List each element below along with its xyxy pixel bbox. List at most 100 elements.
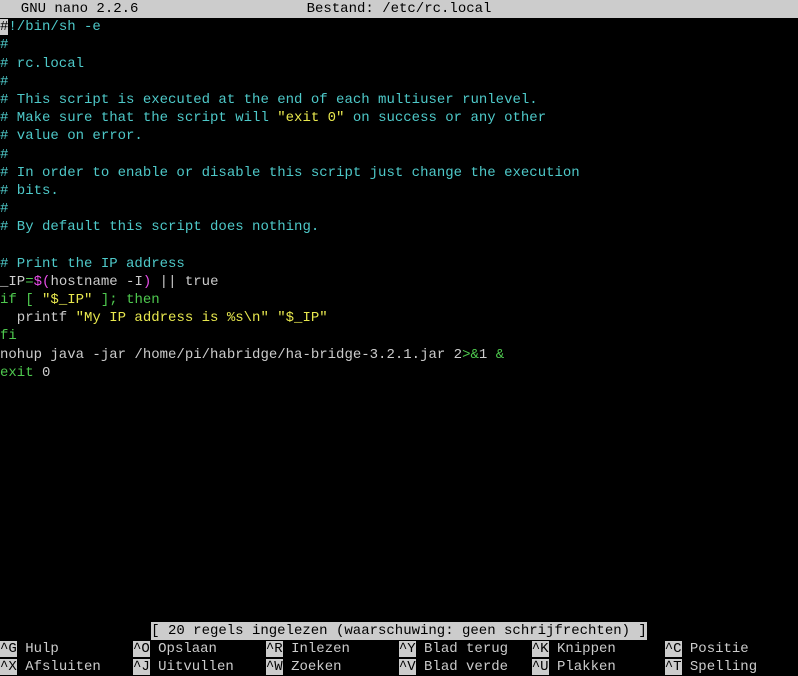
editor-line[interactable] [0, 236, 798, 254]
code-segment: _IP [0, 274, 25, 290]
code-segment [17, 292, 25, 308]
code-segment: hostname -I [50, 274, 142, 290]
editor-line[interactable]: # [0, 146, 798, 164]
code-segment: "My IP address is %s\n" "$_IP" [76, 310, 328, 326]
shortcut-desc: Zoeken [283, 659, 342, 675]
shortcut-item[interactable]: ^R Inlezen [266, 640, 399, 658]
shortcut-item[interactable]: ^W Zoeken [266, 658, 399, 676]
code-segment: fi [0, 328, 17, 344]
editor-line[interactable]: # [0, 200, 798, 218]
code-segment: ]; [101, 292, 118, 308]
code-segment: "$_IP" [42, 292, 92, 308]
code-segment: # [0, 147, 8, 163]
code-segment: on success or any other [344, 110, 546, 126]
editor-line[interactable]: # Make sure that the script will "exit 0… [0, 109, 798, 127]
shortcut-key: ^W [266, 659, 283, 675]
shortcut-item[interactable]: ^U Plakken [532, 658, 665, 676]
code-segment [34, 292, 42, 308]
code-segment: = [25, 274, 33, 290]
code-segment: then [126, 292, 160, 308]
shortcut-key: ^C [665, 641, 682, 657]
shortcut-key: ^K [532, 641, 549, 657]
shortcut-item[interactable]: ^K Knippen [532, 640, 665, 658]
code-segment: $( [34, 274, 51, 290]
shortcut-desc: Afsluiten [17, 659, 101, 675]
code-segment: nohup java -jar /home/pi/habridge/ha-bri… [0, 347, 462, 363]
shortcut-desc: Hulp [17, 641, 59, 657]
editor-line[interactable]: # bits. [0, 182, 798, 200]
shortcut-key: ^U [532, 659, 549, 675]
shortcut-desc: Plakken [549, 659, 616, 675]
code-segment: ) [143, 274, 151, 290]
shortcut-item[interactable]: ^G Hulp [0, 640, 133, 658]
code-segment [92, 292, 100, 308]
code-segment: || true [151, 274, 218, 290]
shortcut-item[interactable]: ^J Uitvullen [133, 658, 266, 676]
shortcut-key: ^X [0, 659, 17, 675]
code-segment: [ [25, 292, 33, 308]
code-segment: & [496, 347, 504, 363]
code-segment: # Print the IP address [0, 256, 185, 272]
shortcut-desc: Inlezen [283, 641, 350, 657]
code-segment: # value on error. [0, 128, 143, 144]
editor-line[interactable]: _IP=$(hostname -I) || true [0, 273, 798, 291]
status-message: [ 20 regels ingelezen (waarschuwing: gee… [151, 622, 647, 640]
code-segment: printf [0, 310, 76, 326]
status-bar: [ 20 regels ingelezen (waarschuwing: gee… [0, 622, 798, 640]
shortcut-key: ^V [399, 659, 416, 675]
code-segment: # [0, 37, 8, 53]
shortcut-key: ^T [665, 659, 682, 675]
shortcut-key: ^R [266, 641, 283, 657]
editor-line[interactable]: # rc.local [0, 55, 798, 73]
code-segment: # rc.local [0, 56, 84, 72]
shortcut-desc: Positie [682, 641, 749, 657]
code-segment: 1 [479, 347, 496, 363]
editor-line[interactable]: #!/bin/sh -e [0, 18, 798, 36]
code-segment: !/bin/sh -e [8, 19, 100, 35]
shortcut-desc: Opslaan [150, 641, 217, 657]
code-segment: # bits. [0, 183, 59, 199]
file-label: Bestand: /etc/rc.local [138, 0, 659, 18]
titlebar: GNU nano 2.2.6 Bestand: /etc/rc.local GN… [0, 0, 798, 18]
code-segment: # Make sure that the script will [0, 110, 277, 126]
editor-line[interactable]: # value on error. [0, 127, 798, 145]
code-segment: if [0, 292, 17, 308]
code-segment: exit [0, 365, 34, 381]
editor-content[interactable]: #!/bin/sh -e## rc.local## This script is… [0, 18, 798, 382]
editor-line[interactable]: if [ "$_IP" ]; then [0, 291, 798, 309]
code-segment: >& [462, 347, 479, 363]
shortcut-item[interactable]: ^T Spelling [665, 658, 798, 676]
shortcut-desc: Blad verde [416, 659, 508, 675]
code-segment: "exit 0" [277, 110, 344, 126]
editor-line[interactable]: printf "My IP address is %s\n" "$_IP" [0, 309, 798, 327]
shortcut-key: ^J [133, 659, 150, 675]
shortcut-key: ^Y [399, 641, 416, 657]
editor-line[interactable]: # By default this script does nothing. [0, 218, 798, 236]
code-segment: # [0, 74, 8, 90]
shortcut-desc: Spelling [682, 659, 758, 675]
shortcut-item[interactable]: ^X Afsluiten [0, 658, 133, 676]
editor-line[interactable]: fi [0, 327, 798, 345]
editor-line[interactable]: # [0, 73, 798, 91]
code-segment: # By default this script does nothing. [0, 219, 319, 235]
app-name: GNU nano 2.2.6 [4, 0, 138, 18]
shortcut-desc: Blad terug [416, 641, 508, 657]
shortcut-item[interactable]: ^O Opslaan [133, 640, 266, 658]
shortcut-item[interactable]: ^Y Blad terug [399, 640, 532, 658]
shortcut-key: ^O [133, 641, 150, 657]
shortcut-item[interactable]: ^V Blad verde [399, 658, 532, 676]
code-segment [118, 292, 126, 308]
editor-line[interactable]: nohup java -jar /home/pi/habridge/ha-bri… [0, 346, 798, 364]
editor-line[interactable]: # Print the IP address [0, 255, 798, 273]
editor-line[interactable]: # This script is executed at the end of … [0, 91, 798, 109]
shortcut-desc: Knippen [549, 641, 616, 657]
shortcuts-bar: ^G Hulp^O Opslaan^R Inlezen^Y Blad terug… [0, 640, 798, 676]
code-segment: # In order to enable or disable this scr… [0, 165, 580, 181]
code-segment: # [0, 201, 8, 217]
editor-line[interactable]: # In order to enable or disable this scr… [0, 164, 798, 182]
shortcut-item[interactable]: ^C Positie [665, 640, 798, 658]
editor-line[interactable]: # [0, 36, 798, 54]
editor-line[interactable]: exit 0 [0, 364, 798, 382]
code-segment: 0 [34, 365, 51, 381]
shortcut-key: ^G [0, 641, 17, 657]
